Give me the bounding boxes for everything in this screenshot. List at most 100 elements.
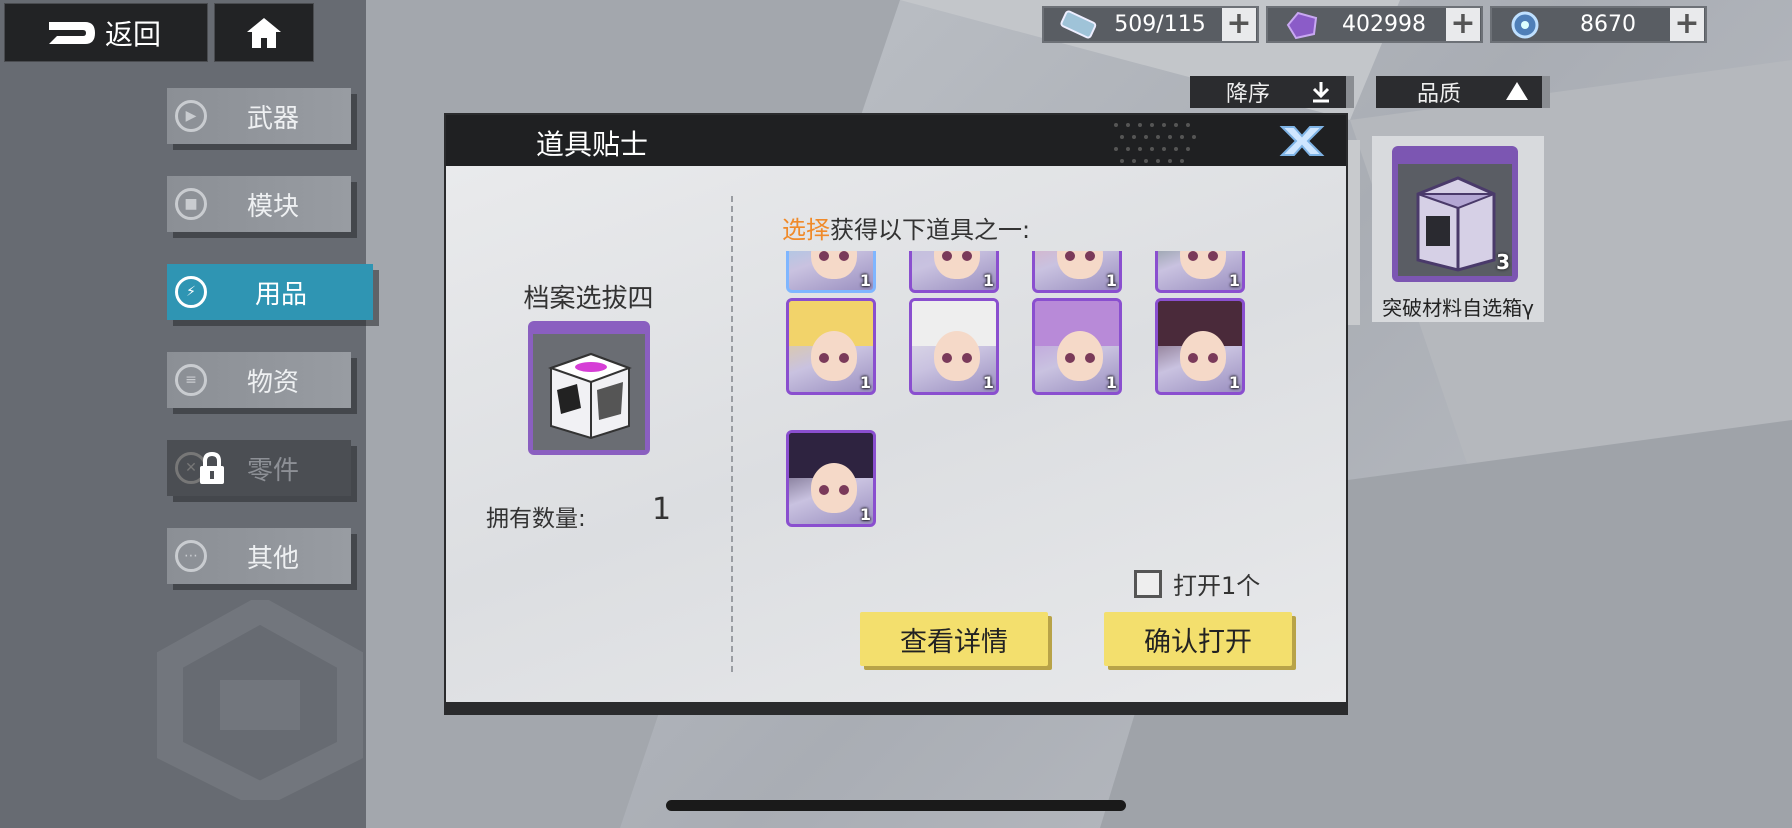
download-arrow-icon xyxy=(1312,82,1330,103)
character-eye xyxy=(1208,251,1218,261)
add-orb-button[interactable]: + xyxy=(1670,8,1704,41)
quality-icon xyxy=(1506,82,1528,100)
quality-filter-label: 品质 xyxy=(1416,82,1461,107)
sidebar-item-weapons[interactable]: ▶ 武器 xyxy=(167,88,351,144)
character-count: 1 xyxy=(982,271,994,290)
confirm-open-button[interactable]: 确认打开 xyxy=(1104,612,1292,666)
character-portrait xyxy=(934,251,980,279)
add-fuel-button[interactable]: + xyxy=(1222,8,1256,41)
character-eye xyxy=(1085,251,1095,261)
dialog-footer xyxy=(446,702,1346,713)
sidebar-item-supplies[interactable]: ⚡ 用品 xyxy=(167,264,373,320)
prompt-highlight: 选择 xyxy=(782,216,830,244)
add-crystal-button[interactable]: + xyxy=(1446,8,1480,41)
character-count: 1 xyxy=(1105,373,1117,392)
sidebar-item-materials[interactable]: ≡ 物资 xyxy=(167,352,351,408)
sidebar-item-label: 零件 xyxy=(247,455,300,486)
character-eye xyxy=(962,251,972,261)
character-eye xyxy=(839,251,849,261)
character-portrait xyxy=(811,463,857,513)
orb-value: 8670 xyxy=(1580,12,1636,37)
character-eye xyxy=(962,353,972,363)
character-item[interactable]: 1 xyxy=(1032,298,1122,395)
item-image xyxy=(1398,164,1512,276)
header-dot-pattern xyxy=(1114,123,1196,163)
character-portrait xyxy=(1057,251,1103,279)
owned-quantity-label: 拥有数量: xyxy=(486,506,586,532)
orb-icon xyxy=(1511,11,1539,38)
logo-watermark xyxy=(157,600,363,800)
supply-icon: ≡ xyxy=(175,364,207,396)
character-eye xyxy=(1188,353,1198,363)
character-eye xyxy=(839,485,849,495)
character-item[interactable]: 1 xyxy=(1032,251,1122,293)
sort-order-label: 降序 xyxy=(1225,82,1270,107)
quality-filter-button[interactable]: 品质 xyxy=(1376,76,1550,108)
lock-icon xyxy=(200,452,224,484)
dialog-header: 道具贴士 xyxy=(446,115,1346,166)
sort-order-button[interactable]: 降序 xyxy=(1190,76,1354,108)
crystal-resource: 402998 + xyxy=(1266,6,1483,43)
character-eye xyxy=(1188,251,1198,261)
gun-icon: ▶ xyxy=(175,100,207,132)
open-one-checkbox[interactable] xyxy=(1134,570,1162,598)
orb-resource: 8670 + xyxy=(1490,6,1707,43)
fuel-value: 509/115 xyxy=(1114,12,1206,37)
confirm-open-label: 确认打开 xyxy=(1144,626,1252,658)
sidebar-item-label: 武器 xyxy=(247,103,300,134)
character-item[interactable]: 1 xyxy=(1155,298,1245,395)
dashed-divider xyxy=(731,196,733,672)
home-icon xyxy=(247,17,281,48)
prompt-text: 获得以下道具之一: xyxy=(830,216,1031,244)
back-arrow-icon xyxy=(49,21,95,44)
character-count: 1 xyxy=(982,373,994,392)
character-count: 1 xyxy=(1105,271,1117,290)
sidebar-item-parts[interactable]: ✕ 零件 xyxy=(167,440,351,496)
sidebar-item-other[interactable]: ⋯ 其他 xyxy=(167,528,351,584)
character-item[interactable]: 1 xyxy=(786,298,876,395)
sidebar-item-label: 用品 xyxy=(255,279,308,310)
back-label: 返回 xyxy=(105,17,162,51)
character-item[interactable]: 1 xyxy=(909,251,999,293)
character-item[interactable]: 1 xyxy=(909,298,999,395)
lightning-icon: ⚡ xyxy=(175,276,207,308)
fuel-resource: 509/115 + xyxy=(1042,6,1259,43)
character-eye xyxy=(819,251,829,261)
box-name: 档案选拔四 xyxy=(523,284,654,314)
open-one-label: 打开1个 xyxy=(1173,572,1261,600)
owned-quantity-value: 1 xyxy=(652,492,672,527)
close-icon[interactable] xyxy=(1278,123,1326,159)
character-portrait xyxy=(811,331,857,381)
dialog-title: 道具贴士 xyxy=(536,128,649,161)
character-eye xyxy=(819,485,829,495)
home-button[interactable] xyxy=(214,3,314,62)
character-item[interactable]: 1 xyxy=(786,251,876,293)
sidebar-item-modules[interactable]: ■ 模块 xyxy=(167,176,351,232)
item-tips-dialog: 道具贴士 档案选拔四 拥有数量: 1 选择获得以下道具之一: 1 1 1 1 1… xyxy=(446,115,1346,713)
item-count: 3 xyxy=(1496,250,1510,274)
character-eye xyxy=(839,353,849,363)
back-button[interactable]: 返回 xyxy=(4,3,208,62)
crystal-value: 402998 xyxy=(1342,12,1426,37)
view-details-button[interactable]: 查看详情 xyxy=(860,612,1048,666)
view-details-label: 查看详情 xyxy=(900,626,1008,658)
home-indicator[interactable] xyxy=(666,800,1126,811)
module-icon: ■ xyxy=(175,188,207,220)
character-count: 1 xyxy=(859,505,871,524)
character-eye xyxy=(942,251,952,261)
character-count: 1 xyxy=(1228,373,1240,392)
character-portrait xyxy=(811,251,857,279)
character-portrait xyxy=(1180,331,1226,381)
character-item[interactable]: 1 xyxy=(786,430,876,527)
dialog-body: 档案选拔四 拥有数量: 1 选择获得以下道具之一: 1 1 1 1 1 1 1 1 1 打开1个… xyxy=(446,166,1346,702)
character-grid[interactable]: 1 1 1 1 1 1 1 1 1 xyxy=(786,251,1286,555)
character-eye xyxy=(942,353,952,363)
character-item[interactable]: 1 xyxy=(1155,251,1245,293)
item-frame: 3 xyxy=(1392,146,1518,282)
more-icon: ⋯ xyxy=(175,540,207,572)
character-count: 1 xyxy=(859,373,871,392)
box-item-frame xyxy=(528,321,650,455)
item-card[interactable]: 3 突破材料自选箱γ xyxy=(1372,136,1544,322)
sidebar-item-label: 模块 xyxy=(247,191,300,222)
character-eye xyxy=(1208,353,1218,363)
